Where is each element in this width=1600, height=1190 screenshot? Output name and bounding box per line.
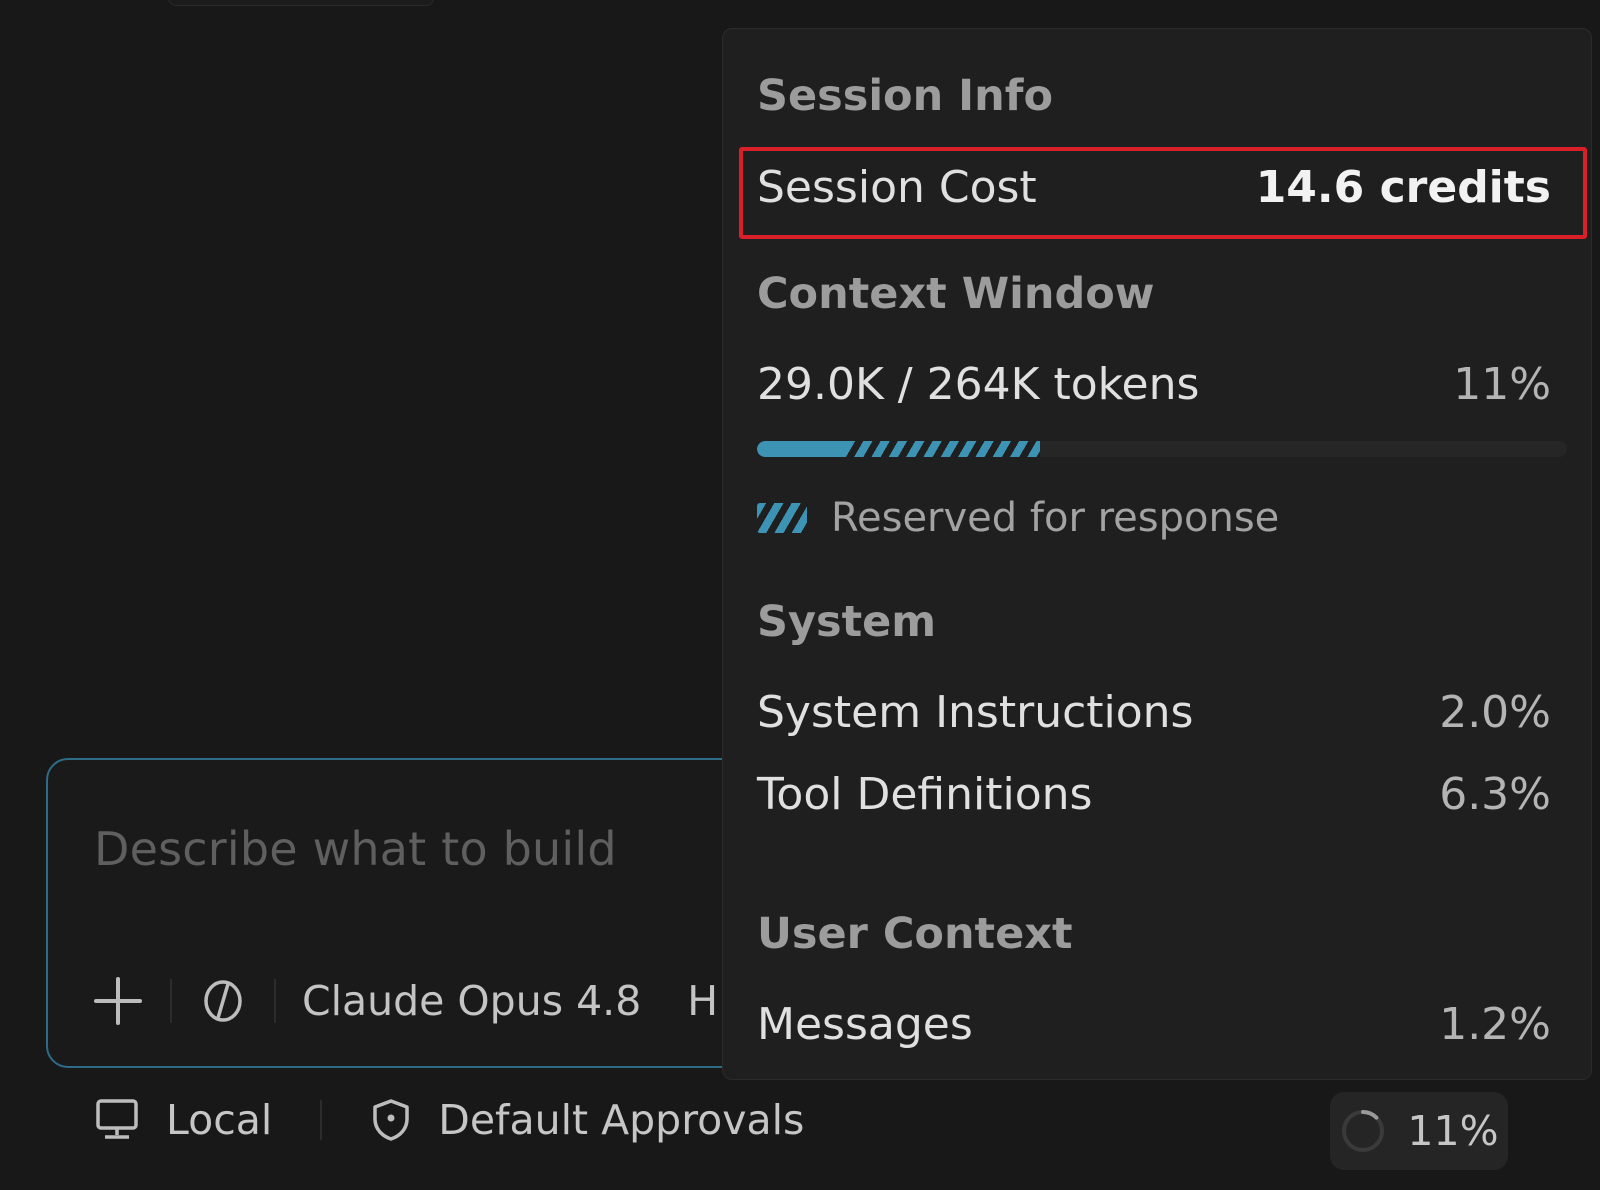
context-reserved-fill xyxy=(846,441,1041,457)
session-info-popover: Session Info Session Cost 14.6 credits C… xyxy=(722,28,1592,1080)
system-heading: System xyxy=(757,597,937,647)
tool-definitions-value: 6.3% xyxy=(1439,768,1551,820)
composer-toolbar: Claude Opus 4.8 H xyxy=(92,966,718,1036)
messages-label: Messages xyxy=(757,998,973,1050)
system-instructions-label: System Instructions xyxy=(757,686,1194,738)
session-cost-value: 14.6 credits xyxy=(1255,161,1551,213)
top-tab[interactable] xyxy=(168,0,434,6)
context-percent: 11% xyxy=(1453,358,1551,410)
tool-definitions-label: Tool Definitions xyxy=(757,768,1093,820)
status-bar: Local Default Approvals xyxy=(94,1085,804,1155)
context-usage-bar xyxy=(757,441,1567,457)
list-item: System Instructions 2.0% xyxy=(757,683,1551,741)
context-tokens: 29.0K / 264K tokens xyxy=(757,358,1200,410)
agent-mode-icon[interactable] xyxy=(198,976,248,1026)
status-divider xyxy=(320,1100,323,1140)
next-toolbar-item[interactable]: H xyxy=(687,977,718,1025)
context-window-heading: Context Window xyxy=(757,269,1155,319)
reserved-legend-label: Reserved for response xyxy=(831,495,1280,541)
context-usage-button[interactable]: 11% xyxy=(1330,1092,1508,1170)
reserved-legend: Reserved for response xyxy=(757,495,1279,541)
model-selector[interactable]: Claude Opus 4.8 xyxy=(302,977,641,1025)
composer-placeholder[interactable]: Describe what to build xyxy=(94,822,617,876)
toolbar-divider xyxy=(170,979,172,1023)
shield-icon xyxy=(373,1099,410,1141)
monitor-icon xyxy=(96,1099,138,1139)
environment-selector[interactable]: Local xyxy=(94,1096,272,1144)
add-attachment-icon[interactable] xyxy=(92,975,144,1027)
approvals-label: Default Approvals xyxy=(438,1096,805,1144)
list-item: Tool Definitions 6.3% xyxy=(757,765,1551,823)
app-window: Describe what to build Claude Opus 4.8 H xyxy=(0,0,1600,1190)
approvals-selector[interactable]: Default Approvals xyxy=(370,1096,804,1144)
system-instructions-value: 2.0% xyxy=(1439,686,1551,738)
session-info-title: Session Info xyxy=(757,71,1054,121)
toolbar-divider xyxy=(274,979,276,1023)
context-tokens-row: 29.0K / 264K tokens 11% xyxy=(757,355,1551,413)
context-used-fill xyxy=(757,441,847,457)
reserved-swatch-icon xyxy=(757,503,807,533)
list-item: Messages 1.2% xyxy=(757,995,1551,1053)
usage-percent: 11% xyxy=(1407,1107,1499,1155)
messages-value: 1.2% xyxy=(1439,998,1551,1050)
environment-label: Local xyxy=(166,1096,273,1144)
usage-ring-icon xyxy=(1342,1110,1385,1152)
user-context-heading: User Context xyxy=(757,909,1073,959)
session-cost-label: Session Cost xyxy=(757,161,1037,213)
chat-composer[interactable]: Describe what to build Claude Opus 4.8 H xyxy=(46,758,806,1068)
session-cost-row: Session Cost 14.6 credits xyxy=(757,155,1551,219)
